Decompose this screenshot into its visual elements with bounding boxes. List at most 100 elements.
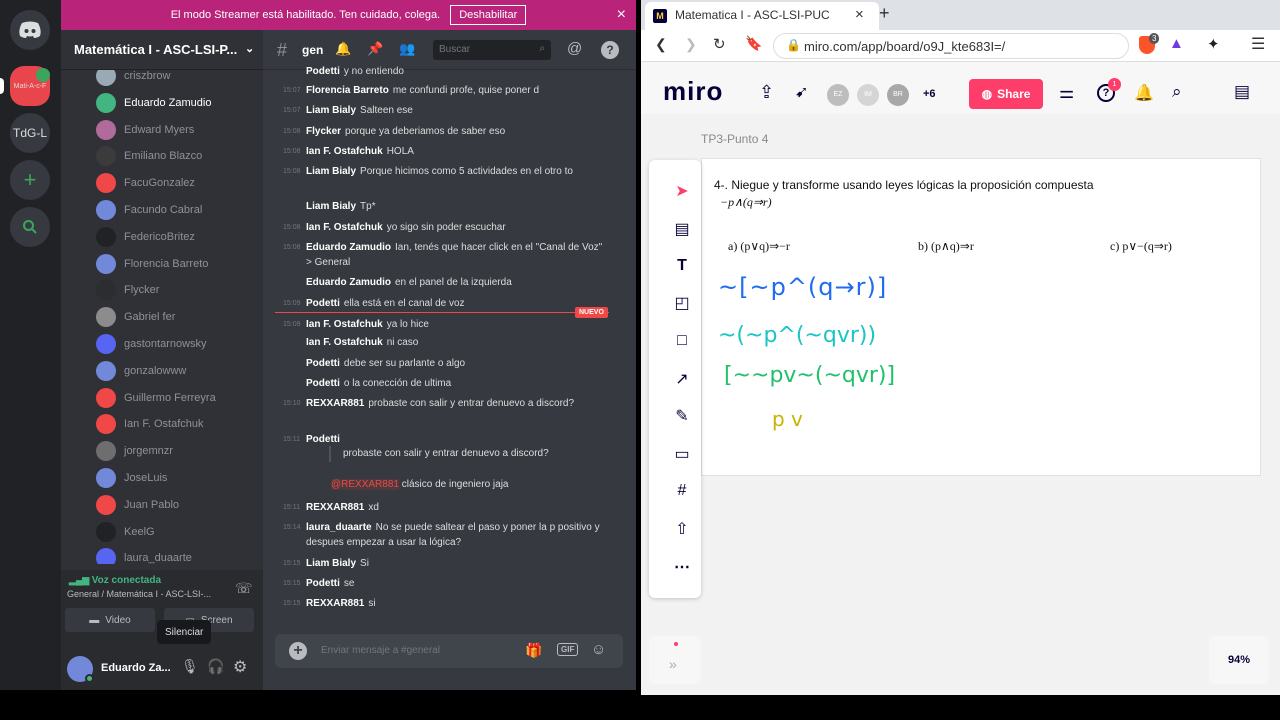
upload-icon[interactable]: ⇧ <box>669 516 695 542</box>
message-author[interactable]: Podetti <box>306 578 340 589</box>
message-author[interactable]: Podetti <box>306 358 340 369</box>
message-author[interactable]: REXXAR881 <box>306 598 364 609</box>
message-author[interactable]: REXXAR881 <box>306 502 364 513</box>
more-tools-icon[interactable]: ⋯ <box>669 554 695 580</box>
export-icon[interactable]: ⇪ <box>759 82 774 103</box>
voice-member[interactable]: gonzalowww⊘ <box>96 359 263 383</box>
disconnect-icon[interactable]: ☏ <box>235 580 253 597</box>
menu-icon[interactable]: ☰ <box>1251 34 1265 54</box>
headphones-icon[interactable]: 🎧 <box>207 658 224 675</box>
message[interactable]: Podetti o la conección de ultima <box>306 376 606 391</box>
reload-icon[interactable]: ↻ <box>713 35 726 53</box>
disable-streamer-button[interactable]: Deshabilitar <box>450 5 527 25</box>
message-author[interactable]: Liam Bialy <box>306 201 356 212</box>
message[interactable]: Flycker porque ya deberiamos de saber eso <box>306 124 606 139</box>
close-banner-icon[interactable]: × <box>617 6 626 24</box>
add-server-icon[interactable]: + <box>10 160 50 200</box>
video-button[interactable]: ▬ Video <box>65 608 155 632</box>
voice-member[interactable]: Flycker⊘ <box>96 278 263 302</box>
voice-member[interactable]: laura_duaarte⊘ <box>96 546 263 564</box>
server-name[interactable]: Matemática I - ASC-LSI-P... ⌄ <box>61 30 263 70</box>
message-author[interactable]: Ian F. Ostafchuk <box>306 146 383 157</box>
guild-tdg[interactable]: TdG-L <box>10 113 50 153</box>
message-author[interactable]: laura_duaarte <box>306 522 372 533</box>
message-composer[interactable]: + Enviar mensaje a #general 🎁 GIF ☺ <box>275 634 623 668</box>
message[interactable]: Eduardo Zamudio en el panel de la izquier… <box>306 275 606 290</box>
pen-tool-icon[interactable]: ✎ <box>669 403 695 429</box>
message[interactable]: Ian F. Ostafchuk yo sigo sin poder escuch… <box>306 220 606 235</box>
cursor-icon[interactable]: ➹ <box>795 82 808 102</box>
browser-tab[interactable]: M Matematica I - ASC-LSI-PUC × <box>645 2 879 30</box>
shape-tool-icon[interactable]: □ <box>669 328 695 354</box>
select-cursor-icon[interactable]: ➤ <box>669 178 695 204</box>
bookmark-icon[interactable]: 🔖 <box>745 35 762 52</box>
voice-member[interactable]: Facundo Cabral⊘ <box>96 198 263 222</box>
close-tab-icon[interactable]: × <box>855 6 864 23</box>
message-author[interactable]: Podetti <box>306 298 340 309</box>
message[interactable]: Eduardo Zamudio Ian, tenés que hacer clic… <box>306 240 606 270</box>
message[interactable]: Florencia Barreto me confundi profe, quis… <box>306 83 606 98</box>
voice-channel-name[interactable]: General / Matemática I - ASC-LSI-... <box>67 589 211 599</box>
voice-member[interactable]: jorgemnzr⊘ <box>96 439 263 463</box>
voice-member[interactable]: Edward Myers⊘ <box>96 118 263 142</box>
settings-sliders-icon[interactable]: ⚌ <box>1059 83 1074 103</box>
gif-button[interactable]: GIF <box>557 643 579 656</box>
mentions-icon[interactable]: @ <box>567 40 582 57</box>
message-author[interactable]: Eduardo Zamudio <box>306 242 391 253</box>
frame-label[interactable]: TP3-Punto 4 <box>701 132 768 146</box>
voice-member[interactable]: FacuGonzalez⊘ <box>96 171 263 195</box>
message[interactable]: Podetti y no entiendo <box>306 64 606 79</box>
message[interactable]: Ian F. Ostafchuk ya lo hice <box>306 317 606 332</box>
message-author[interactable]: Podetti <box>306 434 340 445</box>
collaborator-avatar[interactable]: IM <box>857 84 879 106</box>
search-input[interactable]: Buscar ⌕ <box>433 40 551 60</box>
members-icon[interactable]: 👥 <box>399 41 415 57</box>
message-author[interactable]: Ian F. Ostafchuk <box>306 319 383 330</box>
message[interactable]: Podetti se <box>306 576 606 591</box>
forward-icon[interactable]: ❯ <box>685 36 697 53</box>
message-author[interactable]: Podetti <box>306 378 340 389</box>
voice-member[interactable]: Gabriel fer⊘ <box>96 305 263 329</box>
message[interactable]: Liam Bialy Salteen ese <box>306 103 606 118</box>
search-icon[interactable]: ⌕ <box>1172 82 1182 102</box>
extension-icon[interactable]: ✦ <box>1207 35 1220 53</box>
voice-member[interactable]: JoseLuis⊘ <box>96 466 263 490</box>
text-tool-icon[interactable]: T <box>669 253 695 279</box>
mention[interactable]: @REXXAR881 <box>331 479 399 490</box>
message-author[interactable]: Ian F. Ostafchuk <box>306 222 383 233</box>
new-tab-button[interactable]: + <box>879 3 890 24</box>
expand-chevrons-icon[interactable]: » <box>669 656 677 672</box>
voice-member[interactable]: Ian F. Ostafchuk⊘ <box>96 412 263 436</box>
voice-member[interactable]: Eduardo Zamudio <box>96 91 263 115</box>
voice-member[interactable]: Guillermo Ferreyra⊘ <box>96 386 263 410</box>
url-input[interactable]: 🔒 miro.com/app/board/o9J_kte683I=/ <box>773 33 1129 59</box>
problem-card[interactable]: 4-. Niegue y transforme usando leyes lóg… <box>712 175 1210 267</box>
message-author[interactable]: REXXAR881 <box>306 398 364 409</box>
miro-board[interactable]: miro ⇪ ➹ EZ IM BR +6 ◍ Share ⚌ ? 1 🔔 ⌕ ▤ … <box>641 62 1280 695</box>
templates-icon[interactable]: ▤ <box>669 216 695 242</box>
pin-icon[interactable]: 📌 <box>367 41 383 57</box>
notifications-bell-icon[interactable]: 🔔 <box>1134 83 1154 103</box>
more-collaborators[interactable]: +6 <box>923 88 936 100</box>
message[interactable]: REXXAR881 probaste con salir y entrar den… <box>306 396 606 411</box>
message-author[interactable]: Ian F. Ostafchuk <box>306 337 383 348</box>
help-icon[interactable]: ? <box>601 41 619 59</box>
voice-member[interactable]: Florencia Barreto⊘ <box>96 252 263 276</box>
connector-arrow-icon[interactable]: ↗ <box>669 366 695 392</box>
frame[interactable]: 4-. Niegue y transforme usando leyes lóg… <box>701 158 1261 476</box>
sticky-note-icon[interactable]: ◰ <box>669 290 695 316</box>
message-author[interactable]: Flycker <box>306 126 341 137</box>
bell-icon[interactable]: 🔔 <box>335 41 351 57</box>
frame-tool-icon[interactable]: # <box>669 478 695 504</box>
discord-home-icon[interactable] <box>10 10 50 50</box>
add-attachment-icon[interactable]: + <box>289 642 307 660</box>
comment-icon[interactable]: ▭ <box>669 441 695 467</box>
message-author[interactable]: Florencia Barreto <box>306 85 389 96</box>
message[interactable]: Podetti <box>306 432 606 447</box>
explore-search-icon[interactable] <box>10 207 50 247</box>
emoji-icon[interactable]: ☺ <box>591 641 606 658</box>
message[interactable]: Liam Bialy Tp* <box>306 199 606 214</box>
zoom-level[interactable]: 94% <box>1209 636 1269 684</box>
message-author[interactable]: Eduardo Zamudio <box>306 277 391 288</box>
message[interactable]: Podetti ella está en el canal de voz <box>306 296 606 311</box>
